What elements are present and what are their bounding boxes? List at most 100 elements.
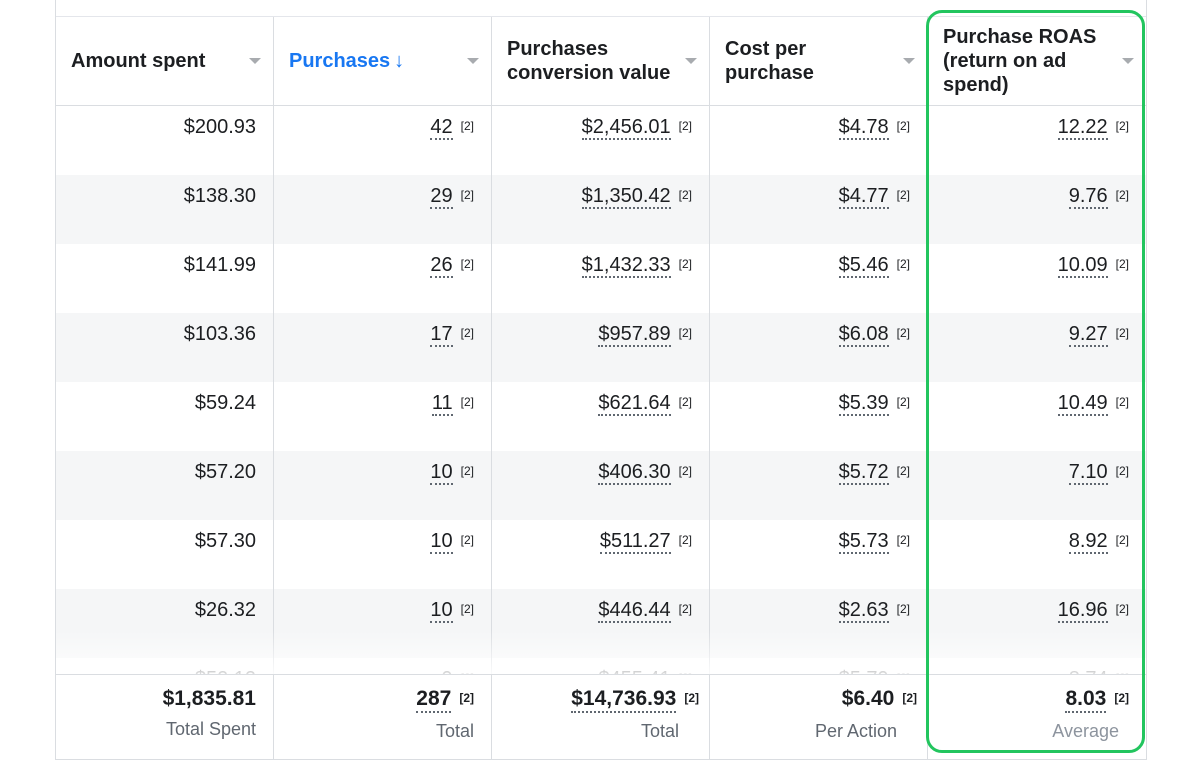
cell-value[interactable]: 12.22 xyxy=(1057,116,1108,140)
cell-value[interactable]: 29 xyxy=(430,185,453,209)
column-header-purchases-conversion-value[interactable]: Purchases conversion value xyxy=(492,17,710,105)
cell-value[interactable]: 10 xyxy=(430,599,453,623)
footnote-marker[interactable]: [2] xyxy=(679,597,692,621)
cell-value[interactable]: 26 xyxy=(430,254,453,278)
footnote-marker[interactable]: [2] xyxy=(1116,114,1129,138)
column-header-purchases[interactable]: Purchases ↓ xyxy=(274,17,492,105)
caret-down-icon[interactable] xyxy=(1122,58,1134,64)
footnote-marker[interactable]: [2] xyxy=(1116,528,1129,552)
footnote-marker[interactable]: [2] xyxy=(679,666,692,674)
cell-value[interactable]: $1,350.42 xyxy=(581,185,671,209)
footnote-marker[interactable]: [2] xyxy=(684,685,699,711)
footnote-marker[interactable]: [2] xyxy=(1114,685,1129,711)
total-value[interactable]: $6.40 xyxy=(842,687,895,711)
cell-value: $57.20 xyxy=(194,461,256,483)
footnote-marker[interactable]: [2] xyxy=(679,252,692,276)
cell-amount-spent: $26.32 xyxy=(56,589,274,658)
cell-value[interactable]: $4.78 xyxy=(838,116,889,140)
column-header-cost-per-purchase[interactable]: Cost per purchase xyxy=(710,17,928,105)
cell-value[interactable]: 17 xyxy=(430,323,453,347)
footnote-marker[interactable]: [2] xyxy=(461,390,474,414)
footnote-marker[interactable]: [2] xyxy=(679,459,692,483)
cell-value[interactable]: 16.96 xyxy=(1057,599,1108,623)
cell-value[interactable]: 9.76 xyxy=(1068,185,1108,209)
cell-value[interactable]: $406.30 xyxy=(598,461,671,485)
caret-down-icon[interactable] xyxy=(685,58,697,64)
caret-down-icon[interactable] xyxy=(249,58,261,64)
cell-conversion-value: $621.64 [2] xyxy=(492,382,710,451)
total-value[interactable]: 287 xyxy=(416,687,452,713)
table-footer-totals: $1,835.81 Total Spent 287 [2] Total $14,7… xyxy=(56,674,1146,759)
footnote-marker[interactable]: [2] xyxy=(461,459,474,483)
cell-value[interactable]: $6.08 xyxy=(838,323,889,347)
cell-value[interactable]: 10 xyxy=(430,461,453,485)
footnote-marker[interactable]: [2] xyxy=(461,528,474,552)
table-header: Amount spent Purchases ↓ Purchases conver… xyxy=(56,17,1146,106)
footnote-marker[interactable]: [2] xyxy=(1116,459,1129,483)
cell-value[interactable]: $957.89 xyxy=(598,323,671,347)
cell-value[interactable]: $5.39 xyxy=(838,392,889,416)
footnote-marker[interactable]: [2] xyxy=(679,114,692,138)
footnote-marker[interactable]: [2] xyxy=(897,666,910,674)
cell-value[interactable]: $2.63 xyxy=(838,599,889,623)
cell-purchases: 29 [2] xyxy=(274,175,492,244)
cell-purchases: 10 [2] xyxy=(274,451,492,520)
column-header-amount-spent[interactable]: Amount spent xyxy=(56,17,274,105)
footnote-marker[interactable]: [2] xyxy=(461,114,474,138)
cell-value[interactable]: $511.27 xyxy=(599,530,671,554)
footnote-marker[interactable]: [2] xyxy=(1116,597,1129,621)
footnote-marker[interactable]: [2] xyxy=(897,252,910,276)
cell-value[interactable]: $2,456.01 xyxy=(581,116,671,140)
cell-value[interactable]: $1,432.33 xyxy=(581,254,671,278)
cell-value[interactable]: $4.77 xyxy=(838,185,889,209)
cell-purchases: 26 [2] xyxy=(274,244,492,313)
footnote-marker[interactable]: [2] xyxy=(459,685,474,711)
footnote-marker[interactable]: [2] xyxy=(897,390,910,414)
footnote-marker[interactable]: [2] xyxy=(461,666,474,674)
cell-purchase-roas: 10.09 [2] xyxy=(928,244,1146,313)
total-value[interactable]: 8.03 xyxy=(1065,687,1107,713)
footnote-marker[interactable]: [2] xyxy=(461,252,474,276)
footnote-marker[interactable]: [2] xyxy=(897,459,910,483)
cell-value[interactable]: $5.46 xyxy=(838,254,889,278)
footnote-marker[interactable]: [2] xyxy=(461,321,474,345)
total-purchase-roas: 8.03 [2] Average xyxy=(928,675,1146,759)
footnote-marker[interactable]: [2] xyxy=(1116,183,1129,207)
column-label: Purchases ↓ xyxy=(289,50,405,72)
footnote-marker[interactable]: [2] xyxy=(902,685,917,711)
footnote-marker[interactable]: [2] xyxy=(1116,390,1129,414)
total-value[interactable]: $14,736.93 xyxy=(571,687,677,713)
footnote-marker[interactable]: [2] xyxy=(1116,666,1129,674)
footnote-marker[interactable]: [2] xyxy=(1116,252,1129,276)
cell-value[interactable]: 7.10 xyxy=(1068,461,1108,485)
cell-value[interactable]: 10.49 xyxy=(1057,392,1108,416)
footnote-marker[interactable]: [2] xyxy=(897,183,910,207)
caret-down-icon[interactable] xyxy=(903,58,915,64)
total-label: Total xyxy=(435,721,474,741)
cell-value[interactable]: $5.72 xyxy=(838,461,889,485)
cell-value[interactable]: 11 xyxy=(431,392,453,416)
column-header-purchase-roas[interactable]: Purchase ROAS (return on ad spend) xyxy=(928,17,1146,105)
footnote-marker[interactable]: [2] xyxy=(679,528,692,552)
footnote-marker[interactable]: [2] xyxy=(679,183,692,207)
footnote-marker[interactable]: [2] xyxy=(897,114,910,138)
footnote-marker[interactable]: [2] xyxy=(461,183,474,207)
cell-value[interactable]: 8.92 xyxy=(1068,530,1108,554)
cell-value[interactable]: 42 xyxy=(430,116,453,140)
cell-value[interactable]: 9.27 xyxy=(1068,323,1108,347)
footnote-marker[interactable]: [2] xyxy=(897,528,910,552)
footnote-marker[interactable]: [2] xyxy=(1116,321,1129,345)
cell-value[interactable]: $5.73 xyxy=(838,530,889,554)
footnote-marker[interactable]: [2] xyxy=(679,321,692,345)
total-label: Per Action xyxy=(814,721,897,741)
cell-value[interactable]: 10 xyxy=(430,530,453,554)
footnote-marker[interactable]: [2] xyxy=(897,597,910,621)
cell-value[interactable]: 10.09 xyxy=(1057,254,1108,278)
cell-value[interactable]: $621.64 xyxy=(598,392,671,416)
footnote-marker[interactable]: [2] xyxy=(461,597,474,621)
caret-down-icon[interactable] xyxy=(467,58,479,64)
footnote-marker[interactable]: [2] xyxy=(679,390,692,414)
footnote-marker[interactable]: [2] xyxy=(897,321,910,345)
cell-purchase-roas: 9.76 [2] xyxy=(928,175,1146,244)
cell-value[interactable]: $446.44 xyxy=(598,599,671,623)
